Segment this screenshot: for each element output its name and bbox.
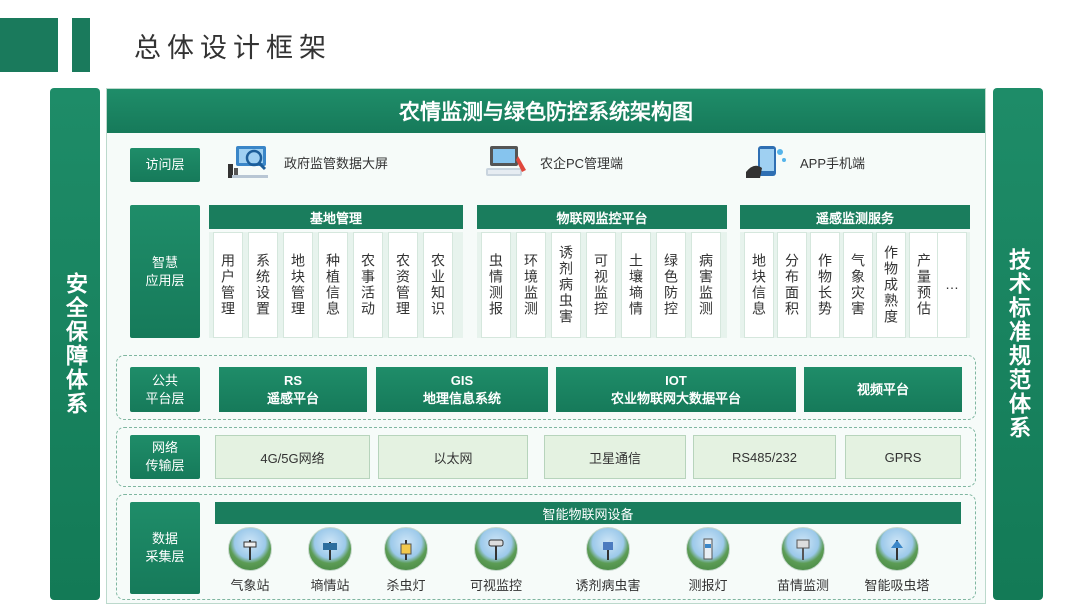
standards-system-pillar: 技术标准规范体系	[993, 88, 1043, 600]
network-rs485[interactable]: RS485/232	[693, 435, 836, 479]
seedling-camera-icon	[781, 527, 825, 571]
insect-lamp-icon	[384, 527, 428, 571]
access-item-pc: 农企PC管理端	[480, 142, 623, 182]
module-system-settings[interactable]: 系统设置	[248, 232, 278, 338]
group-remote-sensing: 地块信息 分布面积 作物长势 气象灾害 作物成熟度 产量预估 …	[740, 232, 970, 338]
platform-iot-code: IOT	[665, 372, 687, 388]
device-label: 杀虫灯	[386, 578, 426, 593]
device-seedling-monitor[interactable]: 苗情监测	[758, 527, 848, 594]
mobile-phone-icon	[746, 146, 786, 178]
device-label: 测报灯	[688, 578, 728, 593]
platform-iot[interactable]: IOT 农业物联网大数据平台	[556, 367, 796, 412]
device-lure-pest[interactable]: 诱剂病虫害	[563, 527, 653, 594]
device-suction-tower[interactable]: 智能吸虫塔	[852, 527, 942, 594]
module-disease-monitoring[interactable]: 病害监测	[691, 232, 721, 338]
platform-layer-label: 公共 平台层	[130, 367, 200, 412]
data-layer-label: 数据 采集层	[130, 502, 200, 594]
module-user-management[interactable]: 用户管理	[213, 232, 243, 338]
device-label: 诱剂病虫害	[575, 578, 641, 593]
network-satellite[interactable]: 卫星通信	[544, 435, 686, 479]
platform-video[interactable]: 视频平台	[804, 367, 962, 412]
module-crop-growth[interactable]: 作物长势	[810, 232, 840, 338]
device-label: 可视监控	[469, 578, 522, 593]
device-weather-station[interactable]: 气象站	[205, 527, 295, 594]
device-label: 墒情站	[310, 578, 350, 593]
weather-station-icon	[228, 527, 272, 571]
security-system-label: 安全保障体系	[63, 272, 88, 416]
platform-iot-name: 农业物联网大数据平台	[610, 390, 741, 406]
standards-system-label: 技术标准规范体系	[1006, 248, 1031, 440]
device-label: 苗情监测	[776, 578, 829, 593]
module-green-control[interactable]: 绿色防控	[656, 232, 686, 338]
platform-gis-name: 地理信息系统	[422, 390, 501, 406]
module-crop-maturity[interactable]: 作物成熟度	[876, 232, 906, 338]
security-system-pillar: 安全保障体系	[50, 88, 100, 600]
access-item-app: APP手机端	[740, 142, 865, 182]
module-agri-supplies[interactable]: 农资管理	[388, 232, 418, 338]
access-item-dashboard: 政府监管数据大屏	[224, 142, 388, 182]
page-title: 总体设计框架	[134, 33, 332, 64]
application-layer-label: 智慧 应用层	[130, 205, 200, 338]
module-more[interactable]: …	[937, 232, 967, 338]
access-layer-label: 访问层	[130, 148, 200, 182]
module-lure-pest[interactable]: 诱剂病虫害	[551, 232, 581, 338]
network-4g5g[interactable]: 4G/5G网络	[215, 435, 370, 479]
architecture-banner: 农情监测与绿色防控系统架构图	[107, 89, 985, 133]
group-base-management-title: 基地管理	[209, 205, 463, 229]
module-visual-monitoring[interactable]: 可视监控	[586, 232, 616, 338]
platform-rs[interactable]: RS 遥感平台	[219, 367, 367, 412]
group-iot-monitoring-title: 物联网监控平台	[477, 205, 727, 229]
module-plot-management[interactable]: 地块管理	[283, 232, 313, 338]
group-remote-sensing-title: 遥感监测服务	[740, 205, 970, 229]
module-plot-info[interactable]: 地块信息	[744, 232, 774, 338]
network-gprs[interactable]: GPRS	[845, 435, 961, 479]
device-video-monitor[interactable]: 可视监控	[451, 527, 541, 594]
module-distribution-area[interactable]: 分布面积	[777, 232, 807, 338]
group-iot-monitoring: 虫情测报 环境监测 诱剂病虫害 可视监控 土壤墒情 绿色防控 病害监测	[477, 232, 727, 338]
module-agri-knowledge[interactable]: 农业知识	[423, 232, 453, 338]
device-insect-lamp[interactable]: 杀虫灯	[361, 527, 451, 594]
access-item-label: 农企PC管理端	[540, 155, 624, 171]
module-environment-monitoring[interactable]: 环境监测	[516, 232, 546, 338]
module-pest-forecast[interactable]: 虫情测报	[481, 232, 511, 338]
pc-terminal-icon	[486, 146, 526, 176]
group-base-management: 用户管理 系统设置 地块管理 种植信息 农事活动 农资管理 农业知识	[209, 232, 463, 338]
forecast-lamp-icon	[686, 527, 730, 571]
platform-video-name: 视频平台	[856, 381, 909, 397]
network-ethernet[interactable]: 以太网	[378, 435, 528, 479]
dashboard-screen-icon	[228, 146, 268, 178]
suction-tower-icon	[875, 527, 919, 571]
header-accent-stripe	[72, 18, 90, 72]
soil-station-icon	[308, 527, 352, 571]
iot-devices-header: 智能物联网设备	[215, 502, 961, 524]
video-monitor-icon	[474, 527, 518, 571]
network-layer-label: 网络 传输层	[130, 435, 200, 479]
module-planting-info[interactable]: 种植信息	[318, 232, 348, 338]
device-forecast-lamp[interactable]: 测报灯	[663, 527, 753, 594]
module-weather-disaster[interactable]: 气象灾害	[843, 232, 873, 338]
platform-rs-code: RS	[283, 372, 303, 388]
module-soil-moisture[interactable]: 土壤墒情	[621, 232, 651, 338]
access-item-label: APP手机端	[800, 155, 866, 171]
module-farming-activities[interactable]: 农事活动	[353, 232, 383, 338]
module-yield-estimate[interactable]: 产量预估	[909, 232, 939, 338]
device-label: 智能吸虫塔	[864, 578, 930, 593]
platform-gis-code: GIS	[450, 372, 474, 388]
platform-gis[interactable]: GIS 地理信息系统	[376, 367, 548, 412]
lure-pest-trap-icon	[586, 527, 630, 571]
platform-rs-name: 遥感平台	[266, 390, 319, 406]
device-label: 气象站	[230, 578, 270, 593]
access-item-label: 政府监管数据大屏	[284, 155, 389, 171]
header-accent-block	[0, 18, 58, 72]
